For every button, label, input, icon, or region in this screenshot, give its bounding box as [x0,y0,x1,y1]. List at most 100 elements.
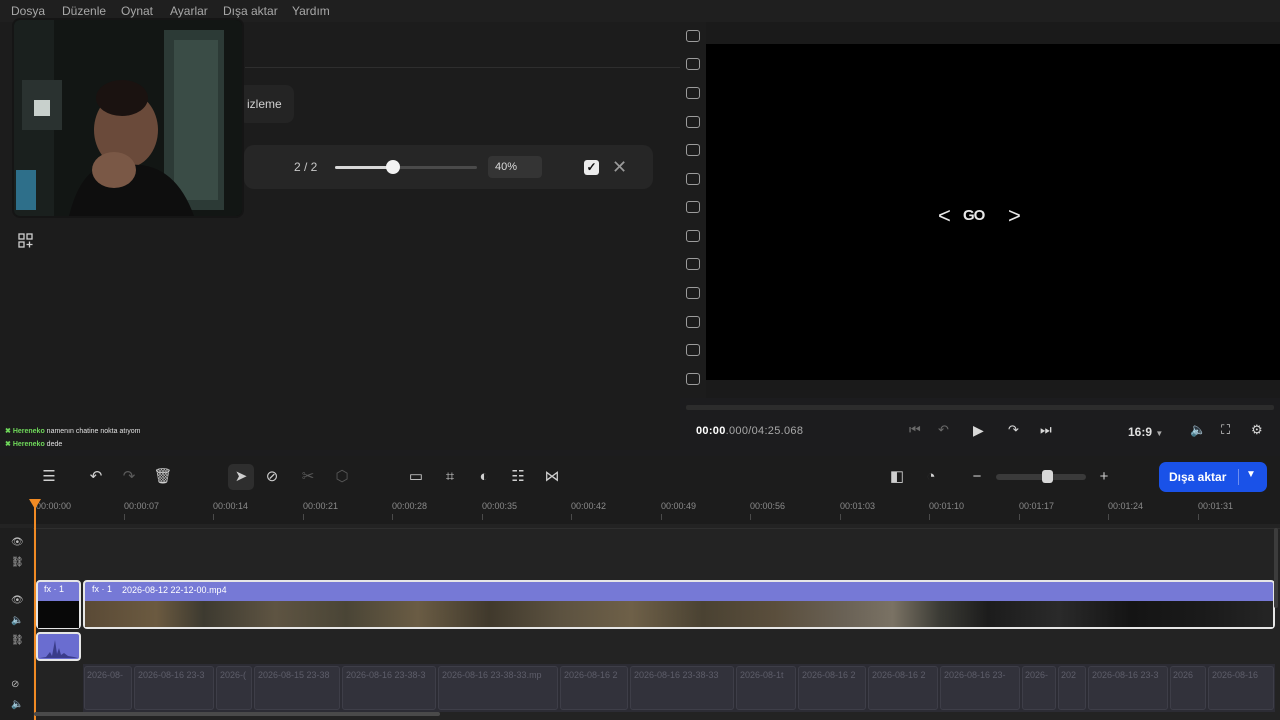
export-label[interactable]: Dışa aktar [1169,470,1226,484]
zoom-in-icon[interactable]: + [1094,467,1114,487]
chat-text: namenın chatine nokta atıyom [46,428,141,435]
step-forward-icon[interactable]: ↷ [1008,422,1019,438]
adjust-icon[interactable]: ☷ [508,467,528,487]
ghost-clip-label: 2026-08-16 2 [564,670,618,680]
split-icon[interactable]: ✂ [298,467,318,487]
player-top-bar [706,22,1280,44]
ruler-tick: 00:00:00 [36,501,72,511]
ruler-mark [124,514,125,520]
ghost-clip-label: 2026-08-16 2 [802,670,856,680]
timecode: 00:00.000/04:25.068 [696,425,803,437]
visibility-eye-icon[interactable]: 👁 [11,595,24,606]
chevron-down-icon: ▼ [1155,429,1164,438]
skip-to-start-icon[interactable]: ⏮ [909,422,921,438]
marker-icon[interactable]: ⬡ [332,467,352,487]
link-icon[interactable]: ⛓ [11,635,24,646]
ghost-clip-label: 2026-08-15 23-38 [258,670,330,680]
aspect-ratio-value: 16:9 [1128,425,1153,439]
ruler-tick: 00:01:31 [1198,501,1234,511]
menu-duzenle[interactable]: Düzenle [62,4,106,18]
add-track-icon[interactable]: ☰ [39,467,59,487]
timeline-zoom-thumb[interactable] [1042,470,1053,483]
volume-icon[interactable]: 🔈 [1190,422,1206,438]
menu-yardim[interactable]: Yardım [292,4,330,18]
waveform [40,640,78,658]
ghost-clip-label: 202 [1061,670,1077,680]
visibility-eye-icon[interactable]: 👁 [11,537,24,548]
color-icon[interactable]: ◐ [474,467,494,487]
audio-icon[interactable]: 🔈 [11,699,23,710]
select-tool-icon[interactable]: ➤ [231,467,251,487]
ruler-tick: 00:01:10 [929,501,965,511]
preview-label: izleme [247,97,282,111]
audio-icon[interactable]: 🔈 [11,615,23,626]
ghost-clip-label: 2026-08-16 23-38-33 [634,670,719,680]
film-hole [686,173,700,185]
ruler-mark [1198,514,1199,520]
film-hole [686,373,700,385]
play-icon[interactable]: ▶ [973,422,984,439]
playback-scrubber[interactable] [686,405,1274,410]
transition-icon[interactable]: ⋈ [542,467,562,487]
menu-dosya[interactable]: Dosya [11,4,45,18]
clip-thumbnail [38,601,79,628]
chevron-down-icon[interactable]: ▼ [1246,469,1256,480]
vertical-scrollbar[interactable] [1274,528,1278,608]
aspect-ratio-select[interactable]: 16:9 ▼ [1128,425,1163,439]
ruler-tick: 00:00:56 [750,501,786,511]
percent-field[interactable]: 40% [488,156,542,178]
link-icon[interactable]: ⛓ [11,557,24,568]
crop-icon[interactable]: ⌗ [440,467,460,487]
film-hole [686,344,700,356]
film-hole [686,287,700,299]
ruler-mark [392,514,393,520]
film-hole [686,201,700,213]
ruler-tick: 00:01:03 [840,501,876,511]
step-back-icon[interactable]: ↶ [938,422,949,438]
horizontal-scrollbar[interactable] [34,712,440,716]
disable-icon[interactable]: ⊘ [262,467,282,487]
match-count: 2 / 2 [294,160,318,174]
export-divider [1238,469,1239,485]
confirm-checkbox[interactable]: ✓ [584,160,599,175]
audio-split-icon[interactable]: ◧ [887,467,907,487]
menu-oynat[interactable]: Oynat [121,4,153,18]
hidden-eye-icon[interactable]: ⊘ [11,679,19,690]
chat-message: ✖ Hereneko namenın chatine nokta atıyom [5,427,140,435]
chat-username: ✖ Hereneko [5,441,45,448]
ghost-clip-label: 2026-08-16 [1212,670,1259,680]
ruler-tick: 00:01:24 [1108,501,1144,511]
settings-icon[interactable]: ⚙ [1251,422,1263,438]
film-hole [686,230,700,242]
fullscreen-icon[interactable]: ⛶ [1221,422,1230,438]
timecode-current: 00:00 [696,425,726,437]
speed-icon[interactable]: ◔ [921,467,941,487]
zoom-out-icon[interactable]: − [967,467,987,487]
timeline-zoom-slider[interactable] [996,474,1086,480]
ruler-mark [213,514,214,520]
ghost-clip-label: 2026-08-16 23-3 [1092,670,1159,680]
video-player[interactable] [706,44,1280,380]
ruler-tick: 00:00:21 [303,501,339,511]
menu-ayarlar[interactable]: Ayarlar [170,4,208,18]
ghost-clip-label: 2026 [1173,670,1194,680]
close-icon[interactable]: ✕ [612,157,627,178]
audio-clip-small[interactable] [36,632,81,661]
film-hole [686,87,700,99]
captions-icon[interactable]: ▭ [406,467,426,487]
redo-icon[interactable]: ↷ [119,467,139,487]
ruler-mark [661,514,662,520]
chat-message: ✖ Hereneko dede [5,440,62,448]
menu-disa-aktar[interactable]: Dışa aktar [223,4,278,18]
undo-icon[interactable]: ↶ [86,467,106,487]
apps-add-icon[interactable] [18,233,33,248]
threshold-slider-thumb[interactable] [386,160,400,174]
playhead[interactable] [34,500,36,720]
delete-icon[interactable]: 🗑 [153,467,173,487]
timeline-ruler[interactable] [0,496,1280,524]
film-hole [686,30,700,42]
skip-to-end-icon[interactable]: ⏭ [1040,422,1052,438]
ruler-mark [482,514,483,520]
ruler-tick: 00:00:35 [482,501,518,511]
film-hole [686,258,700,270]
